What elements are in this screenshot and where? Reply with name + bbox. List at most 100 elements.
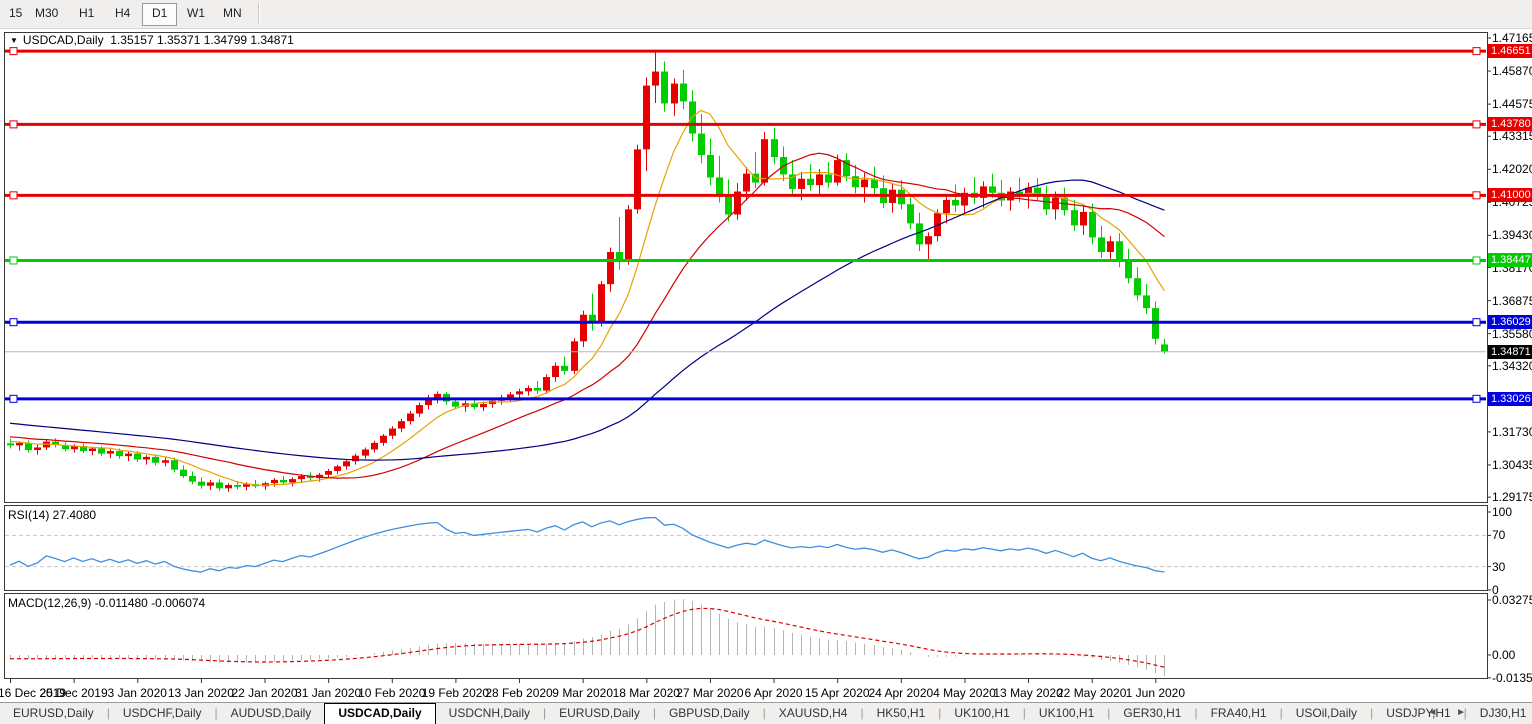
- chart-symbol-label: USDCAD,Daily: [22, 33, 104, 47]
- price-badge: 1.38447: [1488, 253, 1532, 268]
- candle: [652, 71, 659, 86]
- candle: [416, 405, 423, 414]
- date-axis-label: 9 Mar 2020: [552, 686, 614, 700]
- price-axis-label: 1.36875: [1492, 293, 1532, 308]
- chart-ohlc-values: 1.35157 1.35371 1.34799 1.34871: [110, 33, 294, 47]
- date-axis-label: 6 Apr 2020: [744, 686, 803, 700]
- candle: [107, 451, 114, 454]
- candle: [98, 448, 105, 454]
- candle: [925, 236, 932, 245]
- tab-USOil-Daily[interactable]: USOil,Daily: [1283, 703, 1370, 724]
- chart-tabbar: EURUSD,Daily | USDCHF,Daily | AUDUSD,Daily US…: [0, 702, 1532, 724]
- line-handle: [9, 120, 18, 129]
- price-axis-label: 1.31730: [1492, 424, 1532, 439]
- tab-USDCAD-Daily[interactable]: USDCAD,Daily: [324, 703, 436, 724]
- tab-XAUUSD-H4[interactable]: XAUUSD,H4: [766, 703, 861, 724]
- candle: [143, 456, 150, 460]
- tab-USDCNH-Daily[interactable]: USDCNH,Daily: [436, 703, 543, 724]
- date-axis-label: 13 May 2020: [993, 686, 1063, 700]
- candle: [34, 447, 41, 451]
- candle: [7, 443, 14, 446]
- tab-AUDUSD-Daily[interactable]: AUDUSD,Daily: [218, 703, 325, 724]
- candle: [1080, 211, 1087, 226]
- price-badge: 1.43780: [1488, 117, 1532, 132]
- tab-EURUSD-Daily[interactable]: EURUSD,Daily: [0, 703, 107, 724]
- tab-UK100-H1[interactable]: UK100,H1: [941, 703, 1022, 724]
- candle: [1107, 241, 1114, 252]
- candle: [1161, 344, 1168, 352]
- candle: [398, 421, 405, 429]
- tab-EURUSD-Daily[interactable]: EURUSD,Daily: [546, 703, 653, 724]
- candle: [543, 377, 550, 391]
- tab-GER30-H1[interactable]: GER30,H1: [1110, 703, 1194, 724]
- candle: [298, 476, 305, 480]
- candle: [171, 460, 178, 470]
- candle: [280, 479, 287, 483]
- line-handle: [1472, 256, 1481, 265]
- tab-FRA40-H1[interactable]: FRA40,H1: [1198, 703, 1280, 724]
- macd-axis-label: 0.032754: [1492, 593, 1532, 607]
- chart-title: ▼ USDCAD,Daily 1.35157 1.35371 1.34799 1.…: [10, 33, 294, 47]
- candle: [698, 133, 705, 156]
- tab-USDCHF-Daily[interactable]: USDCHF,Daily: [110, 703, 215, 724]
- candle: [552, 365, 559, 378]
- tab-GBPUSD-Daily[interactable]: GBPUSD,Daily: [656, 703, 763, 724]
- candle: [680, 83, 687, 102]
- price-badge: 1.46651: [1488, 44, 1532, 59]
- tab-HK50-H1[interactable]: HK50,H1: [864, 703, 939, 724]
- chart-canvas[interactable]: [0, 0, 1532, 702]
- date-axis-label: 27 Mar 2020: [676, 686, 744, 700]
- candle: [1125, 261, 1132, 279]
- candle: [1071, 210, 1078, 226]
- date-axis-label: 18 Mar 2020: [612, 686, 680, 700]
- candle: [825, 174, 832, 183]
- candle: [761, 139, 768, 183]
- candle: [480, 404, 487, 408]
- tab-DJ30-H1[interactable]: DJ30,H1: [1467, 703, 1532, 724]
- price-axis-label: 1.34320: [1492, 358, 1532, 373]
- date-axis-label: 10 Feb 2020: [358, 686, 426, 700]
- line-handle: [1472, 47, 1481, 56]
- candle: [607, 251, 614, 285]
- price-badge: 1.36029: [1488, 315, 1532, 330]
- candle: [852, 176, 859, 188]
- date-axis-label: 22 May 2020: [1057, 686, 1127, 700]
- candle: [207, 482, 214, 486]
- candle: [725, 195, 732, 215]
- tab-scroll-arrows[interactable]: ◄ ►: [1427, 707, 1474, 718]
- terminal-window: 15 M30 H1 H4 D1 W1 MN ▼ USDCAD,Daily 1.35157 1.…: [0, 0, 1532, 724]
- candle: [116, 451, 123, 457]
- date-axis-label: 13 Jan 2020: [167, 686, 234, 700]
- date-axis-label: 28 Feb 2020: [485, 686, 553, 700]
- tab-UK100-H1[interactable]: UK100,H1: [1026, 703, 1107, 724]
- candle: [452, 401, 459, 407]
- candle: [571, 341, 578, 371]
- line-handle: [9, 47, 18, 56]
- rsi-axis-label: 100: [1492, 505, 1513, 519]
- candle: [152, 456, 159, 463]
- line-handle: [9, 256, 18, 265]
- candle: [371, 442, 378, 450]
- candle: [516, 391, 523, 395]
- candle: [198, 481, 205, 486]
- candle: [1143, 295, 1150, 309]
- candle: [16, 442, 23, 446]
- candle: [525, 388, 532, 392]
- candle: [943, 199, 950, 214]
- candle: [671, 83, 678, 104]
- candle: [598, 284, 605, 324]
- rsi-indicator-label: RSI(14) 27.4080: [8, 508, 97, 522]
- collapse-arrow-icon[interactable]: ▼: [10, 36, 18, 45]
- date-axis-label: 1 Jun 2020: [1125, 686, 1186, 700]
- price-axis-label: 1.39430: [1492, 228, 1532, 243]
- candle: [689, 101, 696, 134]
- candle: [89, 448, 96, 452]
- candle: [561, 365, 568, 371]
- price-axis-label: 1.44575: [1492, 97, 1532, 112]
- date-axis-label: 4 May 2020: [933, 686, 996, 700]
- candle: [798, 178, 805, 189]
- candle: [289, 479, 296, 483]
- price-badge: 1.41000: [1488, 188, 1532, 203]
- candle: [389, 428, 396, 436]
- price-axis-label: 1.45870: [1492, 64, 1532, 79]
